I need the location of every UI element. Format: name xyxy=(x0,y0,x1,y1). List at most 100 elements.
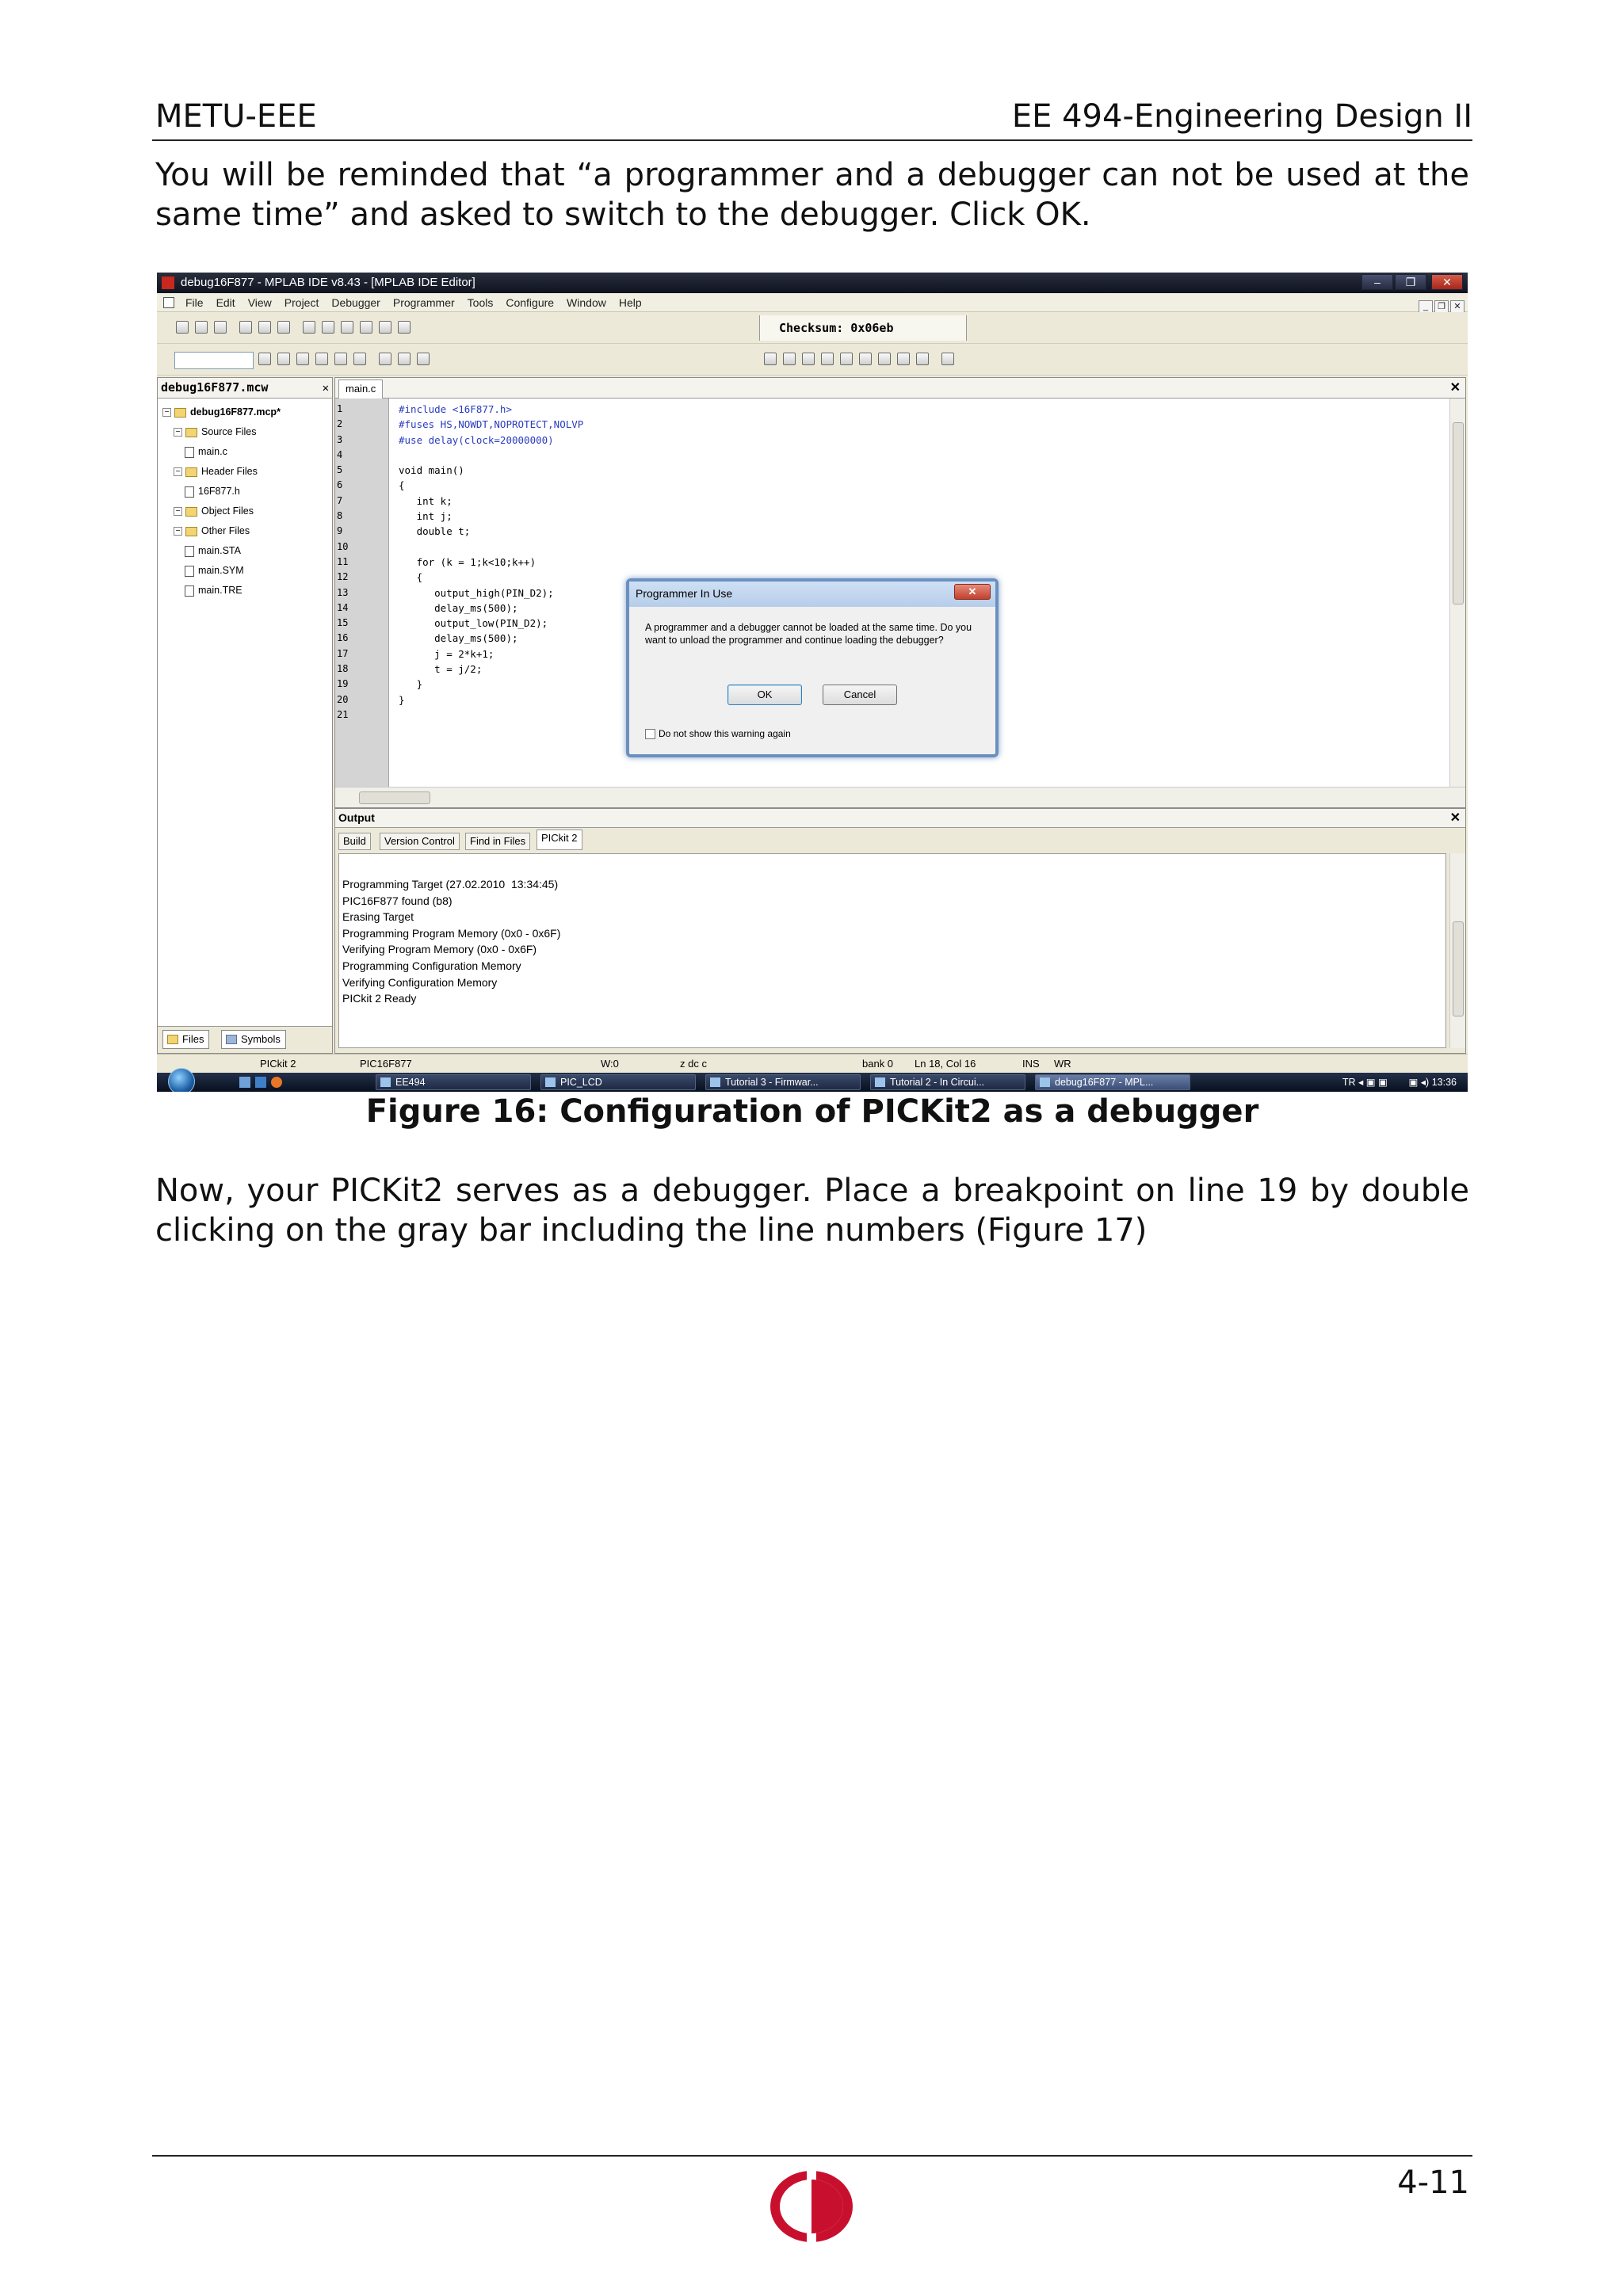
menu-window[interactable]: Window xyxy=(567,296,606,309)
add-files-icon[interactable] xyxy=(315,353,328,365)
collapse-icon[interactable]: − xyxy=(174,527,182,536)
firefox-icon[interactable] xyxy=(271,1077,282,1088)
line-number[interactable]: 16 xyxy=(337,631,348,646)
close-panel-icon[interactable]: ✕ xyxy=(323,379,329,398)
cancel-button[interactable]: Cancel xyxy=(823,685,897,705)
line-number[interactable]: 17 xyxy=(337,646,348,662)
tab-main-c[interactable]: main.c xyxy=(338,379,384,399)
save-project-icon[interactable] xyxy=(296,353,309,365)
line-number[interactable]: 2 xyxy=(337,417,348,432)
editor-vertical-scrollbar[interactable] xyxy=(1449,399,1465,787)
output-text-area[interactable]: Programming Target (27.02.2010 13:34:45)… xyxy=(338,853,1446,1048)
taskbar-task[interactable]: Tutorial 3 - Firmwar... xyxy=(705,1074,861,1090)
line-number[interactable]: 15 xyxy=(337,616,348,631)
start-button[interactable] xyxy=(168,1068,195,1092)
find-icon[interactable] xyxy=(322,321,334,334)
read-device-icon[interactable] xyxy=(783,353,796,365)
new-project-icon[interactable] xyxy=(258,353,271,365)
menu-tools[interactable]: Tools xyxy=(468,296,494,309)
ie-icon[interactable] xyxy=(255,1077,266,1088)
pickit-status-icon[interactable] xyxy=(941,353,954,365)
line-number[interactable]: 13 xyxy=(337,585,348,601)
menu-view[interactable]: View xyxy=(248,296,272,309)
output-scrollbar[interactable] xyxy=(1449,853,1465,1048)
menu-debugger[interactable]: Debugger xyxy=(331,296,380,309)
close-editor-icon[interactable]: ✕ xyxy=(1450,379,1461,395)
open-project-icon[interactable] xyxy=(277,353,290,365)
minimize-button[interactable]: – xyxy=(1361,274,1393,290)
scroll-thumb[interactable] xyxy=(359,791,430,804)
tree-item[interactable]: main.SYM xyxy=(185,565,244,577)
bookmark-next-icon[interactable] xyxy=(379,321,391,334)
dialog-close-button[interactable]: ✕ xyxy=(954,584,991,600)
close-output-icon[interactable]: ✕ xyxy=(1450,810,1461,827)
collapse-icon[interactable]: − xyxy=(174,428,182,437)
line-number[interactable]: 4 xyxy=(337,448,348,463)
build-config-select[interactable] xyxy=(174,352,254,369)
line-number[interactable]: 6 xyxy=(337,478,348,493)
vdd-off-icon[interactable] xyxy=(897,353,910,365)
line-number[interactable]: 1 xyxy=(337,402,348,417)
tree-item[interactable]: − debug16F877.mcp* xyxy=(162,406,281,418)
watch-window-icon[interactable] xyxy=(417,353,430,365)
tree-item[interactable]: main.STA xyxy=(185,545,241,557)
bookmark-icon[interactable] xyxy=(360,321,372,334)
line-number[interactable]: 12 xyxy=(337,570,348,585)
mdi-minimize-button[interactable]: _ xyxy=(1419,300,1433,313)
taskbar-task[interactable]: debug16F877 - MPL... xyxy=(1035,1074,1190,1090)
line-number[interactable]: 11 xyxy=(337,555,348,570)
vdd-on-icon[interactable] xyxy=(916,353,929,365)
checkbox-icon[interactable] xyxy=(645,729,655,740)
tab-files[interactable]: Files xyxy=(162,1030,210,1049)
find-in-files-icon[interactable] xyxy=(341,321,353,334)
program-device-icon[interactable] xyxy=(764,353,777,365)
menu-configure[interactable]: Configure xyxy=(506,296,554,309)
tree-item[interactable]: 16F877.h xyxy=(185,486,240,498)
taskbar-task[interactable]: EE494 xyxy=(376,1074,531,1090)
line-number[interactable]: 14 xyxy=(337,601,348,616)
build-icon[interactable] xyxy=(334,353,347,365)
line-number[interactable]: 18 xyxy=(337,662,348,677)
tab-symbols[interactable]: Symbols xyxy=(221,1030,286,1049)
editor-horizontal-scrollbar[interactable] xyxy=(335,787,1465,807)
dont-show-checkbox[interactable]: Do not show this warning again xyxy=(645,727,791,740)
paste-icon[interactable] xyxy=(277,321,290,334)
line-number[interactable]: 20 xyxy=(337,692,348,707)
verify-device-icon[interactable] xyxy=(802,353,815,365)
save-icon[interactable] xyxy=(214,321,227,334)
release-reset-icon[interactable] xyxy=(859,353,872,365)
help-icon[interactable] xyxy=(398,321,411,334)
source-code[interactable]: #include <16F877.h> #fuses HS,NOWDT,NOPRO… xyxy=(399,402,583,723)
scroll-thumb[interactable] xyxy=(1453,921,1464,1016)
tree-item[interactable]: − Object Files xyxy=(174,505,254,517)
tab-version-control[interactable]: Version Control xyxy=(380,833,460,850)
tree-item[interactable]: − Header Files xyxy=(174,466,258,477)
close-window-button[interactable]: ✕ xyxy=(1431,274,1463,290)
line-number[interactable]: 7 xyxy=(337,494,348,509)
ok-button[interactable]: OK xyxy=(727,685,802,705)
open-file-icon[interactable] xyxy=(195,321,208,334)
mdi-restore-button[interactable]: ❐ xyxy=(1434,300,1449,313)
new-file-icon[interactable] xyxy=(176,321,189,334)
menu-project[interactable]: Project xyxy=(285,296,319,309)
mdi-close-button[interactable]: ✕ xyxy=(1450,300,1465,313)
line-number[interactable]: 21 xyxy=(337,707,348,723)
menu-programmer[interactable]: Programmer xyxy=(393,296,455,309)
cut-icon[interactable] xyxy=(239,321,252,334)
clock[interactable]: 13:36 xyxy=(1432,1077,1457,1088)
tab-build[interactable]: Build xyxy=(338,833,371,850)
line-number-gutter[interactable]: 1 2 3 4 5 6 7 8 9 10 11 12 13 14 15 16 17 18 19 20 21 xyxy=(335,399,389,787)
print-icon[interactable] xyxy=(303,321,315,334)
collapse-icon[interactable]: − xyxy=(174,467,182,477)
collapse-icon[interactable]: − xyxy=(162,408,171,418)
help-topics-icon[interactable] xyxy=(379,353,391,365)
line-number[interactable]: 5 xyxy=(337,463,348,478)
speaker-icon[interactable]: ▣ ◂) xyxy=(1409,1077,1430,1088)
language-indicator[interactable]: TR xyxy=(1342,1077,1356,1088)
line-number[interactable]: 9 xyxy=(337,524,348,539)
tree-item[interactable]: main.TRE xyxy=(185,585,242,597)
tree-item[interactable]: − Source Files xyxy=(174,426,256,437)
tab-pickit2[interactable]: PICkit 2 xyxy=(537,830,582,850)
taskbar-task[interactable]: PIC_LCD xyxy=(540,1074,696,1090)
copy-icon[interactable] xyxy=(258,321,271,334)
